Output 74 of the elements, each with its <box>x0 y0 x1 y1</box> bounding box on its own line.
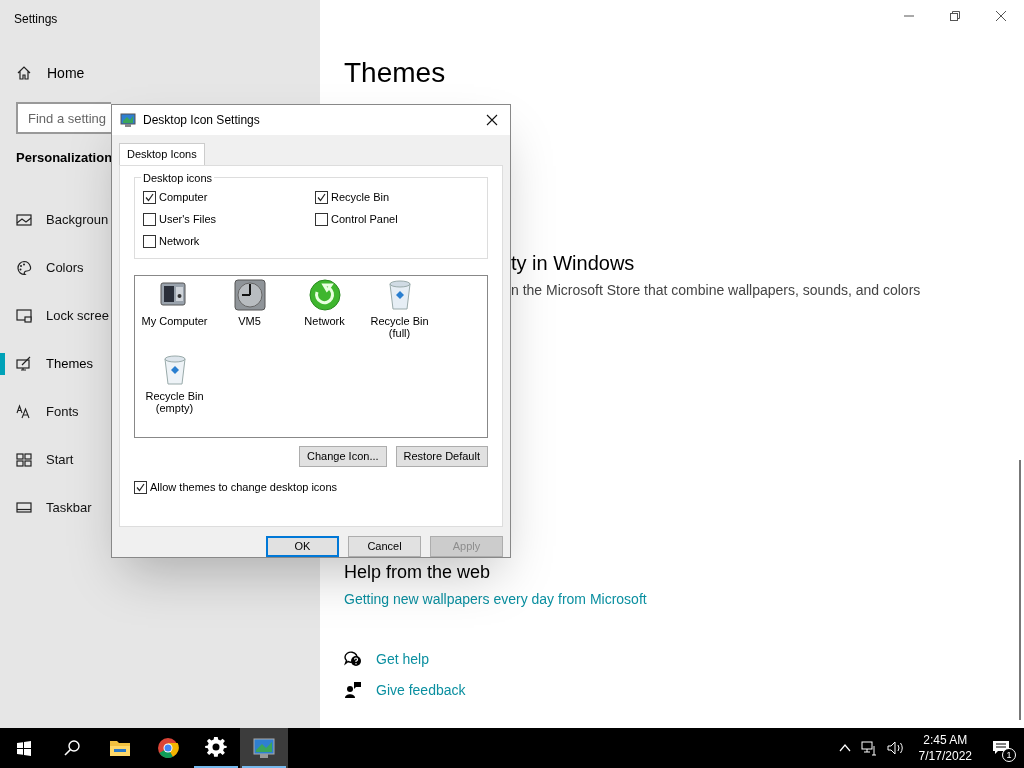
font-icon <box>16 404 32 420</box>
person-feedback-icon <box>344 681 362 699</box>
window-title: Settings <box>13 11 59 28</box>
sidebar-item[interactable]: Backgroun <box>46 210 109 230</box>
monitor-icon <box>120 112 136 128</box>
checkbox-label[interactable]: Recycle Bin <box>331 189 390 206</box>
globe-icon <box>308 279 341 311</box>
help-link[interactable]: Getting new wallpapers every day from Microsoft <box>344 589 1024 610</box>
dialog-button[interactable]: OK <box>266 536 339 557</box>
section-heading: Personalization <box>16 149 110 167</box>
windows-icon <box>16 740 32 756</box>
checkbox[interactable] <box>315 213 328 226</box>
checkbox[interactable] <box>143 235 156 248</box>
grid-icon <box>16 452 32 468</box>
icon-label[interactable]: VM5 <box>238 315 261 327</box>
network-icon <box>860 740 877 756</box>
clock-icon <box>233 279 266 311</box>
date-text: 7/17/2022 <box>918 748 972 764</box>
notification-button[interactable]: 1 <box>986 728 1016 768</box>
dialog-button[interactable]: Restore Default <box>395 446 488 467</box>
link[interactable]: Get help <box>376 648 429 670</box>
icon-label[interactable]: Network <box>304 315 345 327</box>
check-icon <box>145 193 154 202</box>
description-text: n the Microsoft Store that combine wallpapers, sounds, and colors <box>511 281 922 300</box>
page-title: Themes <box>344 56 447 90</box>
gear-icon <box>205 737 227 759</box>
sidebar-item[interactable]: Lock scree <box>46 306 109 326</box>
search-field[interactable]: Find a setting <box>16 102 111 134</box>
dialog-button[interactable]: Change Icon... <box>299 446 387 467</box>
close-icon <box>486 114 498 126</box>
notification-badge: 1 <box>1002 748 1016 762</box>
home-link[interactable]: Home <box>47 62 85 84</box>
restore-icon <box>949 10 961 22</box>
icon-label[interactable]: Recycle Bin (empty) <box>145 390 204 414</box>
pen-monitor-icon <box>16 356 32 372</box>
chevron-up-icon <box>838 744 851 752</box>
checkbox[interactable] <box>134 480 147 494</box>
palette-icon <box>16 260 32 276</box>
checkbox-label[interactable]: Computer <box>159 189 208 206</box>
tab[interactable]: Desktop Icons <box>119 143 205 165</box>
time-text: 2:45 AM <box>923 732 968 748</box>
home-icon <box>16 65 32 81</box>
screen-lock-icon <box>16 308 32 324</box>
icon-label[interactable]: My Computer <box>141 315 208 327</box>
search-icon <box>64 740 80 756</box>
chat-help-icon <box>344 650 362 668</box>
browser-icon <box>157 737 179 759</box>
picture-icon <box>16 212 32 228</box>
sidebar-item[interactable]: Taskbar <box>46 498 92 518</box>
checkbox-label[interactable]: User's Files <box>159 211 217 228</box>
sidebar-item[interactable]: Start <box>46 450 74 470</box>
clock[interactable]: 2:45 AM 7/17/2022 <box>914 732 976 764</box>
dialog-button[interactable]: Cancel <box>348 536 421 557</box>
checkbox[interactable] <box>143 191 156 204</box>
scrollbar[interactable] <box>1019 460 1021 720</box>
dialog-title: Desktop Icon Settings <box>143 112 261 129</box>
check-icon <box>136 482 145 492</box>
sidebar-item[interactable]: Themes <box>46 354 93 374</box>
monitor-icon <box>253 737 275 759</box>
checkbox-label[interactable]: Allow themes to change desktop icons <box>150 479 338 496</box>
checkbox[interactable] <box>143 213 156 226</box>
check-icon <box>317 193 326 202</box>
checkbox-label[interactable]: Network <box>159 233 200 250</box>
close-icon <box>995 10 1007 22</box>
link[interactable]: Give feedback <box>376 679 466 701</box>
volume-icon <box>886 740 905 756</box>
sidebar-item[interactable]: Fonts <box>46 402 79 422</box>
sidebar-item[interactable]: Colors <box>46 258 84 278</box>
checkbox[interactable] <box>315 191 328 204</box>
checkbox-label[interactable]: Control Panel <box>331 211 398 228</box>
icon-label[interactable]: Recycle Bin (full) <box>370 315 429 339</box>
section-heading: Help from the web <box>344 561 492 583</box>
section-heading: ty in Windows <box>511 251 636 276</box>
taskbar-icon <box>16 500 32 516</box>
